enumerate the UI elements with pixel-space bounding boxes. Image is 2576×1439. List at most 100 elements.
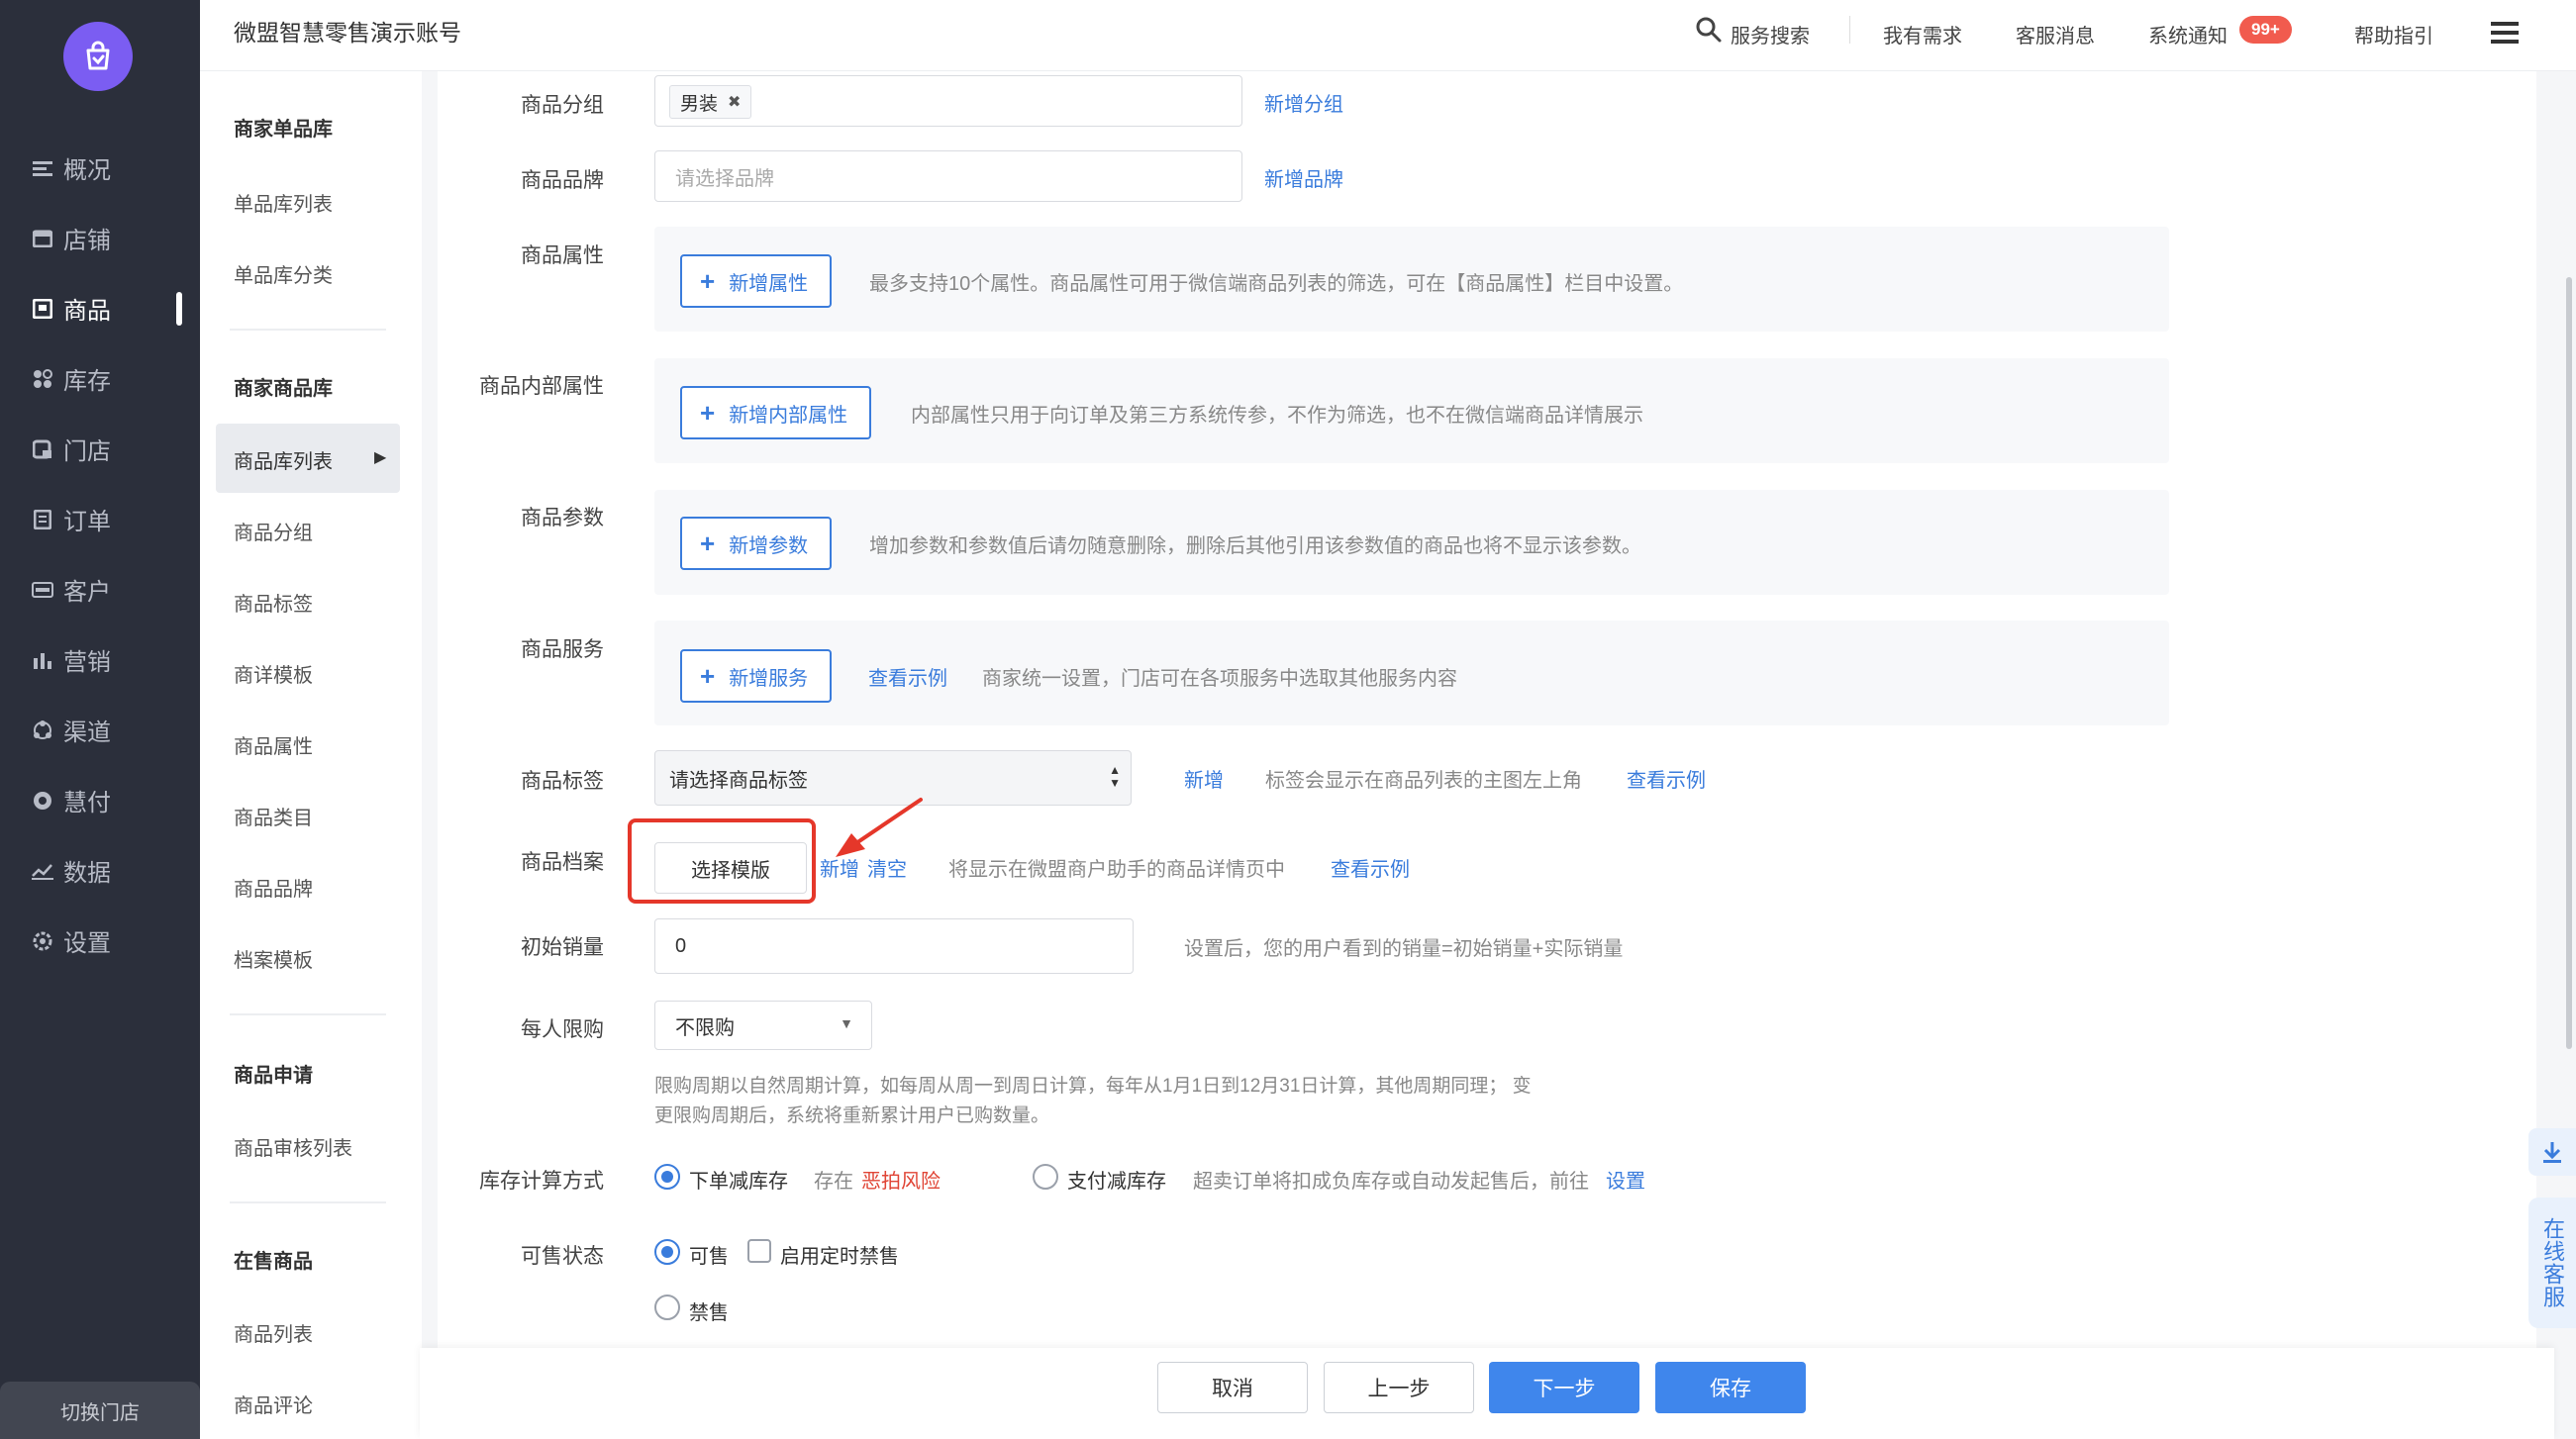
nav-orders[interactable]: 订单	[0, 484, 200, 554]
my-needs-link[interactable]: 我有需求	[1883, 20, 1962, 48]
order-deduct-radio[interactable]	[654, 1164, 680, 1190]
download-icon	[2543, 1142, 2561, 1163]
nav-goods[interactable]: 商品	[0, 273, 200, 343]
online-cs-button[interactable]: 在线客服	[2528, 1198, 2576, 1328]
nav-inventory[interactable]: 库存	[0, 343, 200, 414]
add-service-button[interactable]: + 新增服务	[680, 649, 833, 703]
divider	[230, 1201, 386, 1203]
group-tag: 男装 ✖	[669, 85, 752, 119]
pay-icon	[32, 790, 53, 812]
on-sale-label: 可售	[689, 1246, 729, 1268]
menu-icon[interactable]	[2491, 20, 2519, 50]
add-group-link[interactable]: 新增分组	[1264, 88, 1343, 117]
initial-sales-label: 初始销量	[521, 936, 604, 959]
search-icon[interactable]	[1695, 16, 1723, 48]
brand-label: 商品品牌	[521, 169, 604, 192]
timed-ban-checkbox[interactable]	[747, 1239, 771, 1263]
risk-text: 恶拍风险	[861, 1171, 941, 1193]
subnav-item[interactable]: 单品库列表	[234, 188, 333, 217]
brand-select[interactable]: 请选择品牌	[654, 150, 1242, 202]
channel-icon	[32, 720, 53, 741]
pay-deduct-label: 支付减库存	[1067, 1171, 1166, 1193]
param-hint: 增加参数和参数值后请勿随意删除，删除后其他引用该参数值的商品也将不显示该参数。	[869, 535, 1641, 557]
nav-overview[interactable]: 概况	[0, 133, 200, 203]
save-button[interactable]: 保存	[1655, 1362, 1806, 1413]
add-service-label: 新增服务	[729, 667, 809, 690]
service-search-link[interactable]: 服务搜索	[1731, 20, 1810, 48]
help-link[interactable]: 帮助指引	[2354, 20, 2433, 48]
subnav-item[interactable]: 商详模板	[234, 659, 313, 688]
stock-calc-label: 库存计算方式	[479, 1170, 604, 1193]
nav-label: 营销	[63, 649, 111, 676]
switch-store-button[interactable]: 切换门店	[0, 1382, 200, 1439]
nav-settings[interactable]: 设置	[0, 906, 200, 976]
order-deduct-label: 下单减库存	[689, 1171, 788, 1193]
service-example-link[interactable]: 查看示例	[868, 662, 947, 691]
add-inner-attr-label: 新增内部属性	[729, 404, 848, 427]
subnav-item[interactable]: 商品分组	[234, 517, 313, 545]
add-brand-link[interactable]: 新增品牌	[1264, 163, 1343, 192]
vip-card-icon	[32, 579, 53, 601]
notice-badge: 99+	[2239, 16, 2292, 44]
download-float-button[interactable]	[2528, 1128, 2576, 1176]
subnav-group-title: 商家单品库	[234, 119, 333, 141]
subnav-group-title: 商品申请	[234, 1065, 313, 1087]
nav-pay[interactable]: 慧付	[0, 765, 200, 835]
add-tag-link[interactable]: 新增	[1184, 764, 1224, 793]
prev-step-button[interactable]: 上一步	[1324, 1362, 1474, 1413]
subnav-item[interactable]: 商品类目	[234, 802, 313, 830]
plus-icon: +	[700, 528, 716, 558]
sub-nav: 商家单品库 单品库列表 单品库分类 商家商品库 商品库列表 ▶ 商品分组 商品标…	[200, 0, 422, 1439]
service-hint: 商家统一设置，门店可在各项服务中选取其他服务内容	[982, 668, 1457, 690]
nav-label: 库存	[63, 368, 111, 395]
nav-shop[interactable]: 门店	[0, 414, 200, 484]
subnav-item[interactable]: 商品标签	[234, 588, 313, 617]
nav-customers[interactable]: 客户	[0, 554, 200, 624]
subnav-item[interactable]: 单品库分类	[234, 259, 333, 288]
initial-sales-input[interactable]: 0	[654, 918, 1134, 974]
bar-chart-icon	[32, 649, 53, 671]
subnav-item[interactable]: 商品属性	[234, 730, 313, 759]
timed-ban-label: 启用定时禁售	[780, 1246, 899, 1268]
subnav-item-active[interactable]: 商品库列表	[234, 445, 333, 474]
scrollbar-thumb[interactable]	[2566, 277, 2572, 1049]
nav-data[interactable]: 数据	[0, 835, 200, 906]
nav-marketing[interactable]: 营销	[0, 624, 200, 695]
tag-hint: 标签会显示在商品列表的主图左上角	[1265, 770, 1582, 792]
add-attr-button[interactable]: + 新增属性	[680, 254, 833, 308]
nav-store[interactable]: 店铺	[0, 203, 200, 273]
archive-label: 商品档案	[521, 851, 604, 874]
app-logo[interactable]	[63, 22, 133, 91]
limit-select[interactable]: 不限购 ▼	[654, 1001, 872, 1050]
subnav-item[interactable]: 商品评论	[234, 1390, 313, 1418]
initial-sales-value: 0	[675, 934, 687, 957]
close-icon[interactable]: ✖	[728, 92, 741, 112]
nav-channels[interactable]: 渠道	[0, 695, 200, 765]
subnav-item[interactable]: 档案模板	[234, 944, 313, 973]
cancel-button[interactable]: 取消	[1157, 1362, 1308, 1413]
add-param-button[interactable]: + 新增参数	[680, 517, 833, 570]
on-sale-radio[interactable]	[654, 1239, 680, 1265]
select-template-button[interactable]: 选择模版	[654, 842, 807, 894]
cs-messages-link[interactable]: 客服消息	[2016, 20, 2095, 48]
subnav-item[interactable]: 商品审核列表	[234, 1132, 352, 1161]
sys-notice-link[interactable]: 系统通知	[2148, 20, 2228, 48]
nav-label: 门店	[63, 438, 111, 465]
subnav-item[interactable]: 商品品牌	[234, 873, 313, 902]
add-inner-attr-button[interactable]: + 新增内部属性	[680, 386, 872, 439]
tag-select-text: 请选择商品标签	[669, 769, 808, 792]
trend-icon	[32, 860, 53, 882]
next-step-button[interactable]: 下一步	[1489, 1362, 1639, 1413]
subnav-item[interactable]: 商品列表	[234, 1318, 313, 1347]
pay-deduct-radio[interactable]	[1033, 1164, 1058, 1190]
arrow-annotation-icon	[836, 798, 923, 857]
archive-example-link[interactable]: 查看示例	[1331, 853, 1410, 882]
attr-label: 商品属性	[521, 244, 604, 267]
off-sale-radio[interactable]	[654, 1295, 680, 1320]
limit-hint-line1: 限购周期以自然周期计算，如每周从周一到周日计算，每年从1月1日到12月31日计算…	[654, 1076, 1532, 1097]
param-label: 商品参数	[521, 507, 604, 529]
tag-example-link[interactable]: 查看示例	[1627, 764, 1706, 793]
stock-setting-link[interactable]: 设置	[1606, 1165, 1645, 1194]
nav-label: 订单	[63, 509, 111, 535]
limit-hint-line2: 更限购周期后，系统将重新累计用户已购数量。	[654, 1105, 1050, 1126]
